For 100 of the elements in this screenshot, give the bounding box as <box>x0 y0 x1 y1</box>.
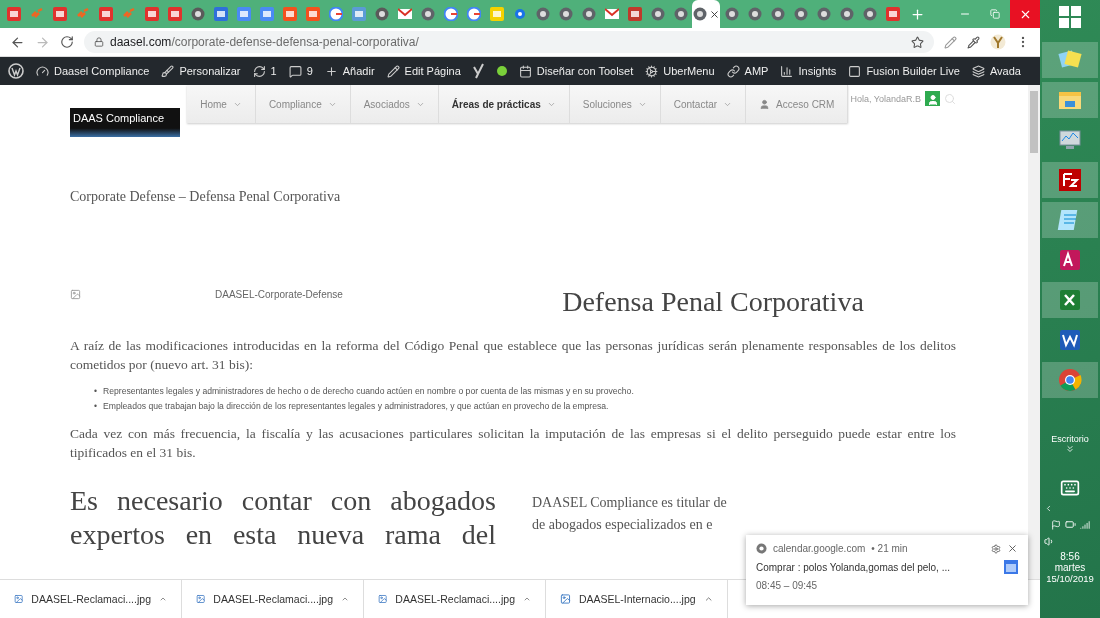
admin-bar-item[interactable]: Insights <box>780 64 837 78</box>
taskbar-tile[interactable] <box>1042 162 1098 198</box>
globe-icon <box>535 7 550 21</box>
calendar-icon <box>1004 560 1018 574</box>
w-square-icon <box>6 7 21 21</box>
image-file-icon <box>378 592 388 606</box>
new-tab-icon[interactable] <box>910 6 925 22</box>
avatar-icon[interactable] <box>925 91 940 106</box>
square-icon <box>489 7 504 21</box>
admin-bar-item[interactable]: Avada <box>971 64 1021 78</box>
settings-icon[interactable] <box>991 543 1001 554</box>
page-title: Corporate Defense – Defensa Penal Corporativa <box>70 189 342 205</box>
pencil-icon[interactable] <box>944 35 957 49</box>
globe-icon <box>581 7 596 21</box>
chevrons-icon[interactable] <box>1065 444 1075 454</box>
restore-icon[interactable] <box>990 9 1000 19</box>
w-square-icon <box>98 7 113 21</box>
admin-bar-item[interactable]: AMP <box>726 64 769 78</box>
globe-icon <box>692 7 707 21</box>
comment-icon <box>288 64 302 78</box>
clock-day: martes <box>1054 562 1086 573</box>
chevron-icon[interactable] <box>1044 504 1053 513</box>
globe-icon <box>420 7 435 21</box>
globe-icon <box>650 7 665 21</box>
close-icon[interactable] <box>1007 543 1018 554</box>
download-item[interactable]: DAASEL-Reclamaci....jpg <box>0 580 182 618</box>
gear-icon <box>512 7 527 21</box>
desktop-label[interactable]: Escritorio <box>1051 434 1089 444</box>
admin-bar-item[interactable]: Edit Página <box>386 64 461 78</box>
address-bar[interactable]: daasel.com/corporate-defense-defensa-penal-corporativa/ <box>84 31 934 53</box>
taskbar-tile[interactable] <box>1042 42 1098 78</box>
keyboard-icon[interactable] <box>1060 478 1080 498</box>
download-item[interactable]: DAASEL-Internacio....jpg <box>546 580 728 618</box>
forward-icon[interactable] <box>35 34 50 50</box>
taskbar-tile[interactable] <box>1042 282 1098 318</box>
yoast-icon[interactable] <box>472 63 485 79</box>
active-tab[interactable] <box>692 0 720 28</box>
taskbar-tile[interactable] <box>1042 82 1098 118</box>
site-logo[interactable]: DAAS Compliance <box>70 108 180 137</box>
lock-icon <box>94 37 104 47</box>
eyedropper-icon[interactable] <box>967 35 980 49</box>
image-file-icon <box>560 592 571 606</box>
battery-icon[interactable] <box>1064 519 1076 530</box>
globe-icon <box>558 7 573 21</box>
admin-bar-item[interactable]: Añadir <box>324 64 375 78</box>
admin-bar-item[interactable]: Fusion Builder Live <box>848 64 960 78</box>
back-icon[interactable] <box>10 34 25 50</box>
square-icon <box>305 7 320 21</box>
clock-time: 8:56 <box>1060 551 1080 562</box>
paragraph: Cada vez con más frecuencia, la fiscalía y las acusaciones particulares solicitan la imputación de las empresas si el delito perseguido puede estar entre los tipificados en el 31 bis. <box>70 425 956 462</box>
layers-icon <box>971 64 985 78</box>
image-file-icon <box>196 592 206 606</box>
brush-icon <box>161 64 175 78</box>
star-icon[interactable] <box>911 35 924 49</box>
download-item[interactable]: DAASEL-Reclamaci....jpg <box>364 580 546 618</box>
scrollbar[interactable] <box>1028 85 1040 579</box>
pencil-icon <box>386 64 400 78</box>
square-icon <box>351 7 366 21</box>
admin-bar-item[interactable]: UberMenu <box>645 64 715 78</box>
section-heading: Defensa Penal Corporativa <box>561 286 865 318</box>
taskbar-tile[interactable] <box>1042 202 1098 238</box>
admin-bar-item[interactable]: Personalizar <box>161 64 241 78</box>
text-line: de abogados especializados en e <box>532 516 714 534</box>
w-square-icon <box>52 7 67 21</box>
admin-bar-item[interactable]: Diseñar con Toolset <box>518 64 634 78</box>
link-icon <box>726 64 740 78</box>
close-icon[interactable] <box>708 8 720 20</box>
reload-icon[interactable] <box>60 35 74 49</box>
user-icon <box>759 98 771 110</box>
heading-line: expertos en esta nueva rama del <box>70 518 496 552</box>
bullet-item: Representantes legales y administradores de hecho o de derecho cuando actúen en nombre o por cuenta de las mismas y en su provecho. <box>103 385 634 398</box>
admin-bar-item[interactable]: Daasel Compliance <box>36 64 150 78</box>
globe-icon <box>816 7 831 21</box>
square-icon <box>282 7 297 21</box>
y-extension-icon[interactable] <box>990 34 1006 50</box>
taskbar-tile[interactable] <box>1042 362 1098 398</box>
bullet-marker: • <box>94 385 97 398</box>
text-line: DAASEL Compliance es titular de <box>532 494 727 512</box>
admin-bar-item[interactable]: 1 <box>252 64 277 78</box>
notification-age: • 21 min <box>871 543 908 554</box>
signal-icon[interactable] <box>1079 519 1090 530</box>
bar-chart-icon <box>780 64 794 78</box>
menu-item[interactable]: Áreas de prácticas <box>438 85 570 123</box>
globe-icon <box>770 7 785 21</box>
calendar-icon <box>518 64 532 78</box>
url-text: daasel.com/corporate-defense-defensa-penal-corporativa/ <box>110 35 419 49</box>
w-square-icon <box>885 7 900 21</box>
notification-title: Comprar : polos Yolanda,gomas del pelo, ... <box>756 561 950 573</box>
admin-bar-item[interactable]: 9 <box>288 64 313 78</box>
translate-icon <box>259 7 274 21</box>
calendar-icon <box>213 7 228 21</box>
volume-icon[interactable] <box>1044 536 1055 547</box>
greeting-text: Hola, YolandaR.B <box>850 93 921 104</box>
notification-source: calendar.google.com <box>773 543 866 554</box>
intro-paragraph: A raíz de las modificaciones introducidas en la reforma del Código Penal que establece que las personas jurídicas serán plenamente responsables de los delitos cometidos por (nuevo art. 31 bis): <box>70 337 956 374</box>
download-item[interactable]: DAASEL-Reclamaci....jpg <box>182 580 364 618</box>
globe-icon <box>747 7 762 21</box>
fz-icon[interactable] <box>1056 166 1084 194</box>
windows-icon[interactable] <box>1059 6 1081 28</box>
flag-icon[interactable] <box>1050 519 1061 530</box>
